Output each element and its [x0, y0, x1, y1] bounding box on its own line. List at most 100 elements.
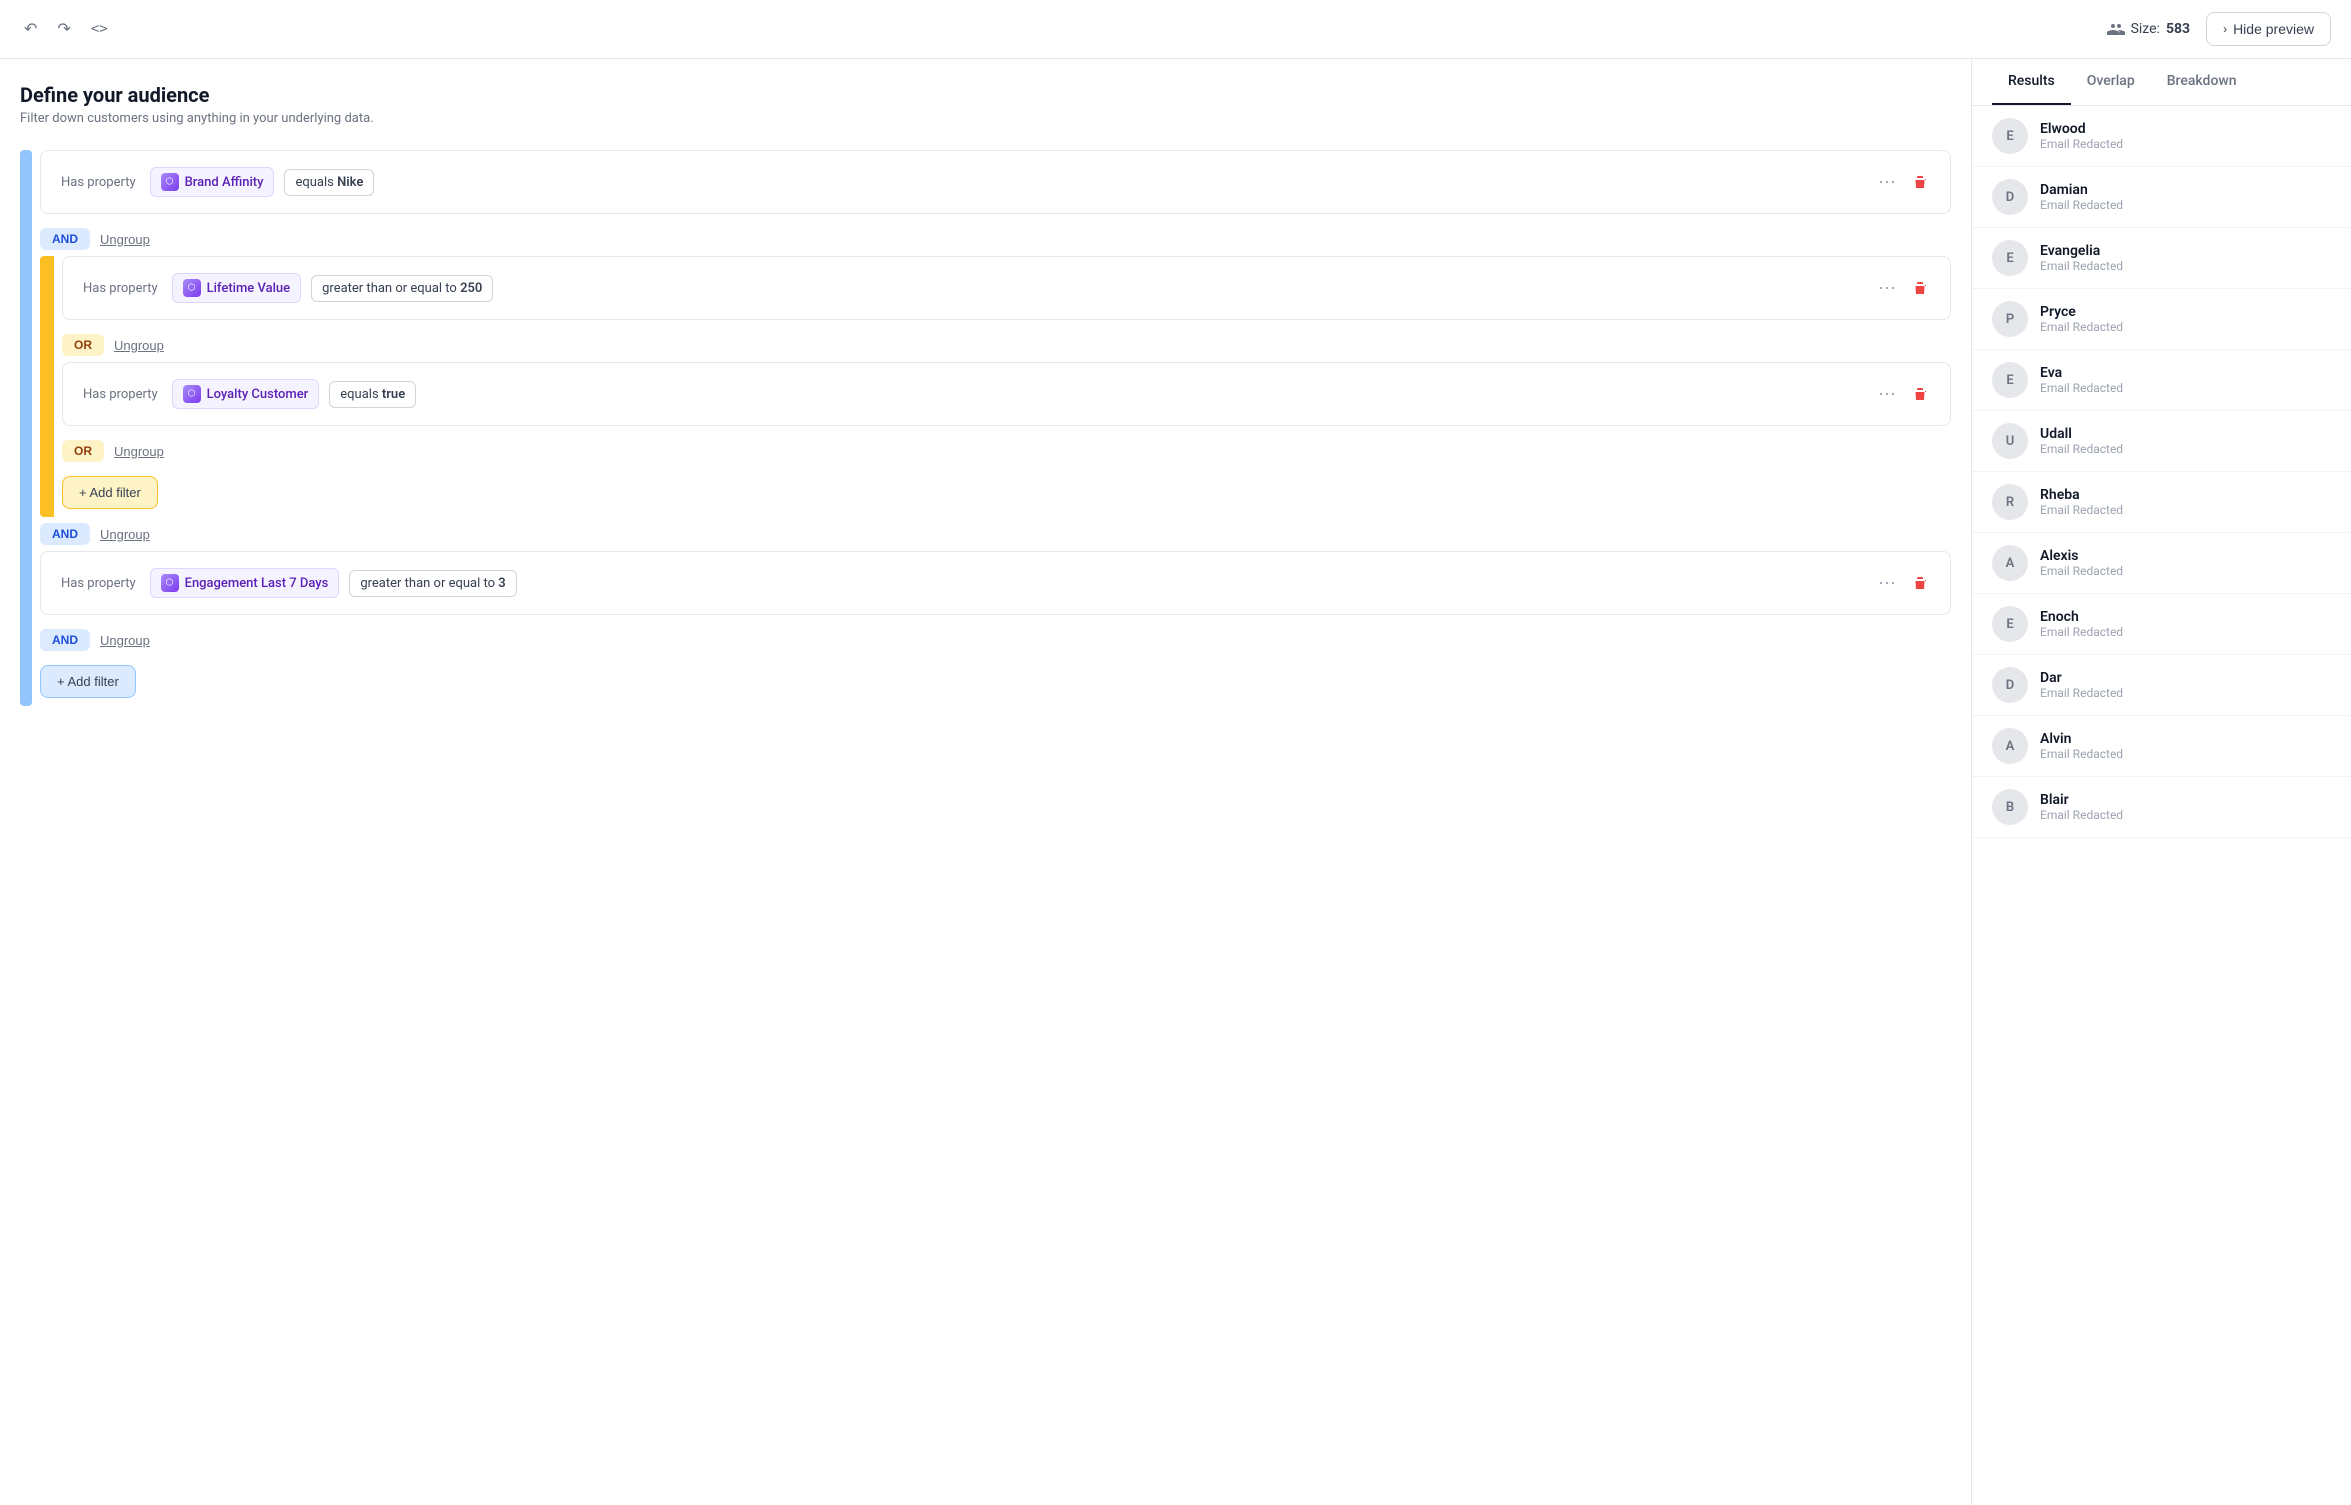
result-item-1[interactable]: D Damian Email Redacted: [1972, 167, 2351, 228]
delete-button-1[interactable]: [1910, 172, 1930, 192]
filter-row-1: Has property ⬡ Brand Affinity equals Nik…: [40, 150, 1951, 214]
size-indicator: Size: 583: [2107, 21, 2190, 37]
result-email-4: Email Redacted: [2040, 381, 2331, 395]
row-actions-4: ⋯: [1872, 571, 1930, 596]
main-layout: Define your audience Filter down custome…: [0, 59, 2351, 1505]
result-name-2: Evangelia: [2040, 243, 2331, 259]
logic-row-or-1: OR Ungroup: [62, 328, 1951, 362]
delete-button-2[interactable]: [1910, 278, 1930, 298]
top-bar: ↶ ↷ <> Size: 583 › Hide preview: [0, 0, 2351, 59]
result-item-6[interactable]: R Rheba Email Redacted: [1972, 472, 2351, 533]
result-item-5[interactable]: U Udall Email Redacted: [1972, 411, 2351, 472]
trash-icon-3: [1912, 386, 1928, 402]
result-item-8[interactable]: E Enoch Email Redacted: [1972, 594, 2351, 655]
has-property-label-3: Has property: [83, 387, 158, 402]
logic-row-or-2: OR Ungroup: [62, 434, 1951, 468]
property-badge-1[interactable]: ⬡ Brand Affinity: [150, 167, 275, 197]
result-email-6: Email Redacted: [2040, 503, 2331, 517]
result-item-4[interactable]: E Eva Email Redacted: [1972, 350, 2351, 411]
result-email-2: Email Redacted: [2040, 259, 2331, 273]
has-property-label-2: Has property: [83, 281, 158, 296]
avatar-0: E: [1992, 118, 2028, 154]
ungroup-button-4[interactable]: Ungroup: [100, 527, 150, 542]
result-item-7[interactable]: A Alexis Email Redacted: [1972, 533, 2351, 594]
and-button-1[interactable]: AND: [40, 228, 90, 250]
add-filter-button-outer[interactable]: + Add filter: [40, 665, 136, 698]
filter-row-3: Has property ⬡ Loyalty Customer equals t…: [62, 362, 1951, 426]
result-item-3[interactable]: P Pryce Email Redacted: [1972, 289, 2351, 350]
inner-group: Has property ⬡ Lifetime Value greater th…: [40, 256, 1951, 517]
condition-badge-4: greater than or equal to 3: [349, 570, 516, 597]
inner-left-bar: [40, 256, 54, 517]
trash-icon-2: [1912, 280, 1928, 296]
ungroup-button-2[interactable]: Ungroup: [114, 338, 164, 353]
avatar-1: D: [1992, 179, 2028, 215]
property-name-1: Brand Affinity: [185, 175, 264, 190]
size-count: 583: [2166, 21, 2190, 37]
or-button-2[interactable]: OR: [62, 440, 104, 462]
hide-preview-button[interactable]: › Hide preview: [2206, 12, 2331, 46]
and-button-3[interactable]: AND: [40, 629, 90, 651]
avatar-11: B: [1992, 789, 2028, 825]
outer-group: Has property ⬡ Brand Affinity equals Nik…: [20, 150, 1951, 706]
result-info-3: Pryce Email Redacted: [2040, 304, 2331, 334]
avatar-8: E: [1992, 606, 2028, 642]
result-name-4: Eva: [2040, 365, 2331, 381]
result-email-10: Email Redacted: [2040, 747, 2331, 761]
ungroup-button-3[interactable]: Ungroup: [114, 444, 164, 459]
add-filter-button-inner[interactable]: + Add filter: [62, 476, 158, 509]
property-name-4: Engagement Last 7 Days: [185, 576, 329, 591]
result-info-9: Dar Email Redacted: [2040, 670, 2331, 700]
or-button-1[interactable]: OR: [62, 334, 104, 356]
result-name-6: Rheba: [2040, 487, 2331, 503]
more-options-button-3[interactable]: ⋯: [1872, 382, 1902, 407]
trash-icon-1: [1912, 174, 1928, 190]
delete-button-4[interactable]: [1910, 573, 1930, 593]
redo-button[interactable]: ↷: [53, 15, 74, 43]
property-name-3: Loyalty Customer: [207, 387, 309, 402]
chevron-icon: ›: [2223, 22, 2227, 36]
result-info-0: Elwood Email Redacted: [2040, 121, 2331, 151]
property-badge-2[interactable]: ⬡ Lifetime Value: [172, 273, 302, 303]
result-item-0[interactable]: E Elwood Email Redacted: [1972, 106, 2351, 167]
condition-badge-2: greater than or equal to 250: [311, 275, 493, 302]
people-icon: [2107, 22, 2125, 36]
logic-row-and-3: AND Ungroup: [40, 623, 1951, 657]
inner-content: Has property ⬡ Lifetime Value greater th…: [54, 256, 1951, 517]
tab-breakdown[interactable]: Breakdown: [2151, 59, 2253, 105]
code-toggle-button[interactable]: <>: [87, 17, 112, 41]
tab-overlap[interactable]: Overlap: [2071, 59, 2151, 105]
result-item-10[interactable]: A Alvin Email Redacted: [1972, 716, 2351, 777]
avatar-10: A: [1992, 728, 2028, 764]
result-name-11: Blair: [2040, 792, 2331, 808]
more-options-button-2[interactable]: ⋯: [1872, 276, 1902, 301]
avatar-7: A: [1992, 545, 2028, 581]
result-item-9[interactable]: D Dar Email Redacted: [1972, 655, 2351, 716]
filter-row-inner-1: Has property ⬡ Brand Affinity equals Nik…: [61, 167, 1872, 197]
right-panel: Results Overlap Breakdown E Elwood Email…: [1971, 59, 2351, 1505]
more-options-button-4[interactable]: ⋯: [1872, 571, 1902, 596]
result-name-7: Alexis: [2040, 548, 2331, 564]
ungroup-button-5[interactable]: Ungroup: [100, 633, 150, 648]
result-name-0: Elwood: [2040, 121, 2331, 137]
outer-content: Has property ⬡ Brand Affinity equals Nik…: [40, 150, 1951, 706]
property-icon-1: ⬡: [161, 173, 179, 191]
filter-row-inner-4: Has property ⬡ Engagement Last 7 Days gr…: [61, 568, 1872, 598]
result-info-11: Blair Email Redacted: [2040, 792, 2331, 822]
avatar-5: U: [1992, 423, 2028, 459]
property-badge-4[interactable]: ⬡ Engagement Last 7 Days: [150, 568, 340, 598]
and-button-2[interactable]: AND: [40, 523, 90, 545]
more-options-button-1[interactable]: ⋯: [1872, 170, 1902, 195]
tab-results[interactable]: Results: [1992, 59, 2071, 105]
result-item-11[interactable]: B Blair Email Redacted: [1972, 777, 2351, 838]
property-badge-3[interactable]: ⬡ Loyalty Customer: [172, 379, 320, 409]
condition-text-3: equals: [340, 387, 378, 402]
result-name-3: Pryce: [2040, 304, 2331, 320]
delete-button-3[interactable]: [1910, 384, 1930, 404]
ungroup-button-1[interactable]: Ungroup: [100, 232, 150, 247]
condition-value-4: 3: [498, 576, 505, 591]
row-actions-1: ⋯: [1872, 170, 1930, 195]
result-item-2[interactable]: E Evangelia Email Redacted: [1972, 228, 2351, 289]
result-name-10: Alvin: [2040, 731, 2331, 747]
undo-button[interactable]: ↶: [20, 15, 41, 43]
